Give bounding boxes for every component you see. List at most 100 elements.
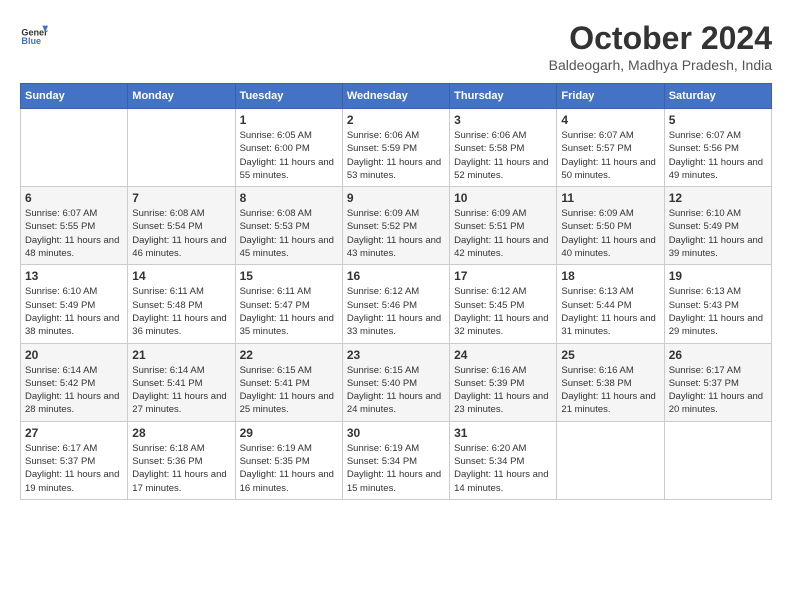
dow-header-monday: Monday (128, 84, 235, 109)
calendar-cell (128, 109, 235, 187)
dow-header-sunday: Sunday (21, 84, 128, 109)
day-number: 26 (669, 348, 767, 362)
day-number: 19 (669, 269, 767, 283)
day-number: 17 (454, 269, 552, 283)
title-block: October 2024 Baldeogarh, Madhya Pradesh,… (549, 20, 772, 73)
day-number: 16 (347, 269, 445, 283)
day-info: Sunrise: 6:11 AM Sunset: 5:47 PM Dayligh… (240, 285, 338, 338)
main-title: October 2024 (549, 20, 772, 57)
day-number: 29 (240, 426, 338, 440)
day-info: Sunrise: 6:15 AM Sunset: 5:40 PM Dayligh… (347, 364, 445, 417)
calendar-cell: 4 Sunrise: 6:07 AM Sunset: 5:57 PM Daylig… (557, 109, 664, 187)
day-number: 25 (561, 348, 659, 362)
day-number: 8 (240, 191, 338, 205)
day-number: 24 (454, 348, 552, 362)
calendar-cell: 26 Sunrise: 6:17 AM Sunset: 5:37 PM Dayli… (664, 343, 771, 421)
logo: General Blue (20, 20, 48, 48)
calendar-cell: 2 Sunrise: 6:06 AM Sunset: 5:59 PM Daylig… (342, 109, 449, 187)
calendar-cell: 27 Sunrise: 6:17 AM Sunset: 5:37 PM Dayli… (21, 421, 128, 499)
day-number: 11 (561, 191, 659, 205)
day-number: 30 (347, 426, 445, 440)
day-number: 14 (132, 269, 230, 283)
day-number: 4 (561, 113, 659, 127)
calendar-cell: 19Sunrise: 6:13 AM Sunset: 5:43 PM Dayli… (664, 265, 771, 343)
calendar-cell: 31 Sunrise: 6:20 AM Sunset: 5:34 PM Dayli… (450, 421, 557, 499)
calendar-cell: 28 Sunrise: 6:18 AM Sunset: 5:36 PM Dayli… (128, 421, 235, 499)
day-info: Sunrise: 6:17 AM Sunset: 5:37 PM Dayligh… (669, 364, 767, 417)
day-number: 27 (25, 426, 123, 440)
day-number: 20 (25, 348, 123, 362)
calendar-cell (664, 421, 771, 499)
calendar-table: SundayMondayTuesdayWednesdayThursdayFrid… (20, 83, 772, 500)
calendar-cell: 21 Sunrise: 6:14 AM Sunset: 5:41 PM Dayli… (128, 343, 235, 421)
day-info: Sunrise: 6:05 AM Sunset: 6:00 PM Dayligh… (240, 129, 338, 182)
day-info: Sunrise: 6:06 AM Sunset: 5:58 PM Dayligh… (454, 129, 552, 182)
dow-header-friday: Friday (557, 84, 664, 109)
calendar-cell: 13Sunrise: 6:10 AM Sunset: 5:49 PM Dayli… (21, 265, 128, 343)
calendar-cell: 1 Sunrise: 6:05 AM Sunset: 6:00 PM Daylig… (235, 109, 342, 187)
day-number: 7 (132, 191, 230, 205)
dow-header-tuesday: Tuesday (235, 84, 342, 109)
day-info: Sunrise: 6:06 AM Sunset: 5:59 PM Dayligh… (347, 129, 445, 182)
day-info: Sunrise: 6:15 AM Sunset: 5:41 PM Dayligh… (240, 364, 338, 417)
day-info: Sunrise: 6:08 AM Sunset: 5:53 PM Dayligh… (240, 207, 338, 260)
subtitle: Baldeogarh, Madhya Pradesh, India (549, 57, 772, 73)
day-number: 5 (669, 113, 767, 127)
calendar-cell: 23 Sunrise: 6:15 AM Sunset: 5:40 PM Dayli… (342, 343, 449, 421)
day-number: 12 (669, 191, 767, 205)
calendar-cell: 3 Sunrise: 6:06 AM Sunset: 5:58 PM Daylig… (450, 109, 557, 187)
day-number: 31 (454, 426, 552, 440)
day-number: 3 (454, 113, 552, 127)
calendar-cell: 9 Sunrise: 6:09 AM Sunset: 5:52 PM Daylig… (342, 187, 449, 265)
calendar-cell (557, 421, 664, 499)
day-info: Sunrise: 6:10 AM Sunset: 5:49 PM Dayligh… (669, 207, 767, 260)
calendar-cell: 8 Sunrise: 6:08 AM Sunset: 5:53 PM Daylig… (235, 187, 342, 265)
logo-icon: General Blue (20, 20, 48, 48)
day-info: Sunrise: 6:16 AM Sunset: 5:38 PM Dayligh… (561, 364, 659, 417)
calendar-cell: 5 Sunrise: 6:07 AM Sunset: 5:56 PM Daylig… (664, 109, 771, 187)
calendar-cell: 10 Sunrise: 6:09 AM Sunset: 5:51 PM Dayli… (450, 187, 557, 265)
calendar-cell: 6 Sunrise: 6:07 AM Sunset: 5:55 PM Daylig… (21, 187, 128, 265)
day-number: 21 (132, 348, 230, 362)
day-info: Sunrise: 6:14 AM Sunset: 5:41 PM Dayligh… (132, 364, 230, 417)
calendar-cell: 15 Sunrise: 6:11 AM Sunset: 5:47 PM Dayli… (235, 265, 342, 343)
calendar-cell: 12 Sunrise: 6:10 AM Sunset: 5:49 PM Dayli… (664, 187, 771, 265)
calendar-cell: 25 Sunrise: 6:16 AM Sunset: 5:38 PM Dayli… (557, 343, 664, 421)
dow-header-saturday: Saturday (664, 84, 771, 109)
calendar-cell (21, 109, 128, 187)
day-info: Sunrise: 6:16 AM Sunset: 5:39 PM Dayligh… (454, 364, 552, 417)
calendar-cell: 24 Sunrise: 6:16 AM Sunset: 5:39 PM Dayli… (450, 343, 557, 421)
day-info: Sunrise: 6:09 AM Sunset: 5:52 PM Dayligh… (347, 207, 445, 260)
dow-header-thursday: Thursday (450, 84, 557, 109)
day-number: 13 (25, 269, 123, 283)
calendar-cell: 7 Sunrise: 6:08 AM Sunset: 5:54 PM Daylig… (128, 187, 235, 265)
day-number: 10 (454, 191, 552, 205)
day-number: 15 (240, 269, 338, 283)
calendar-cell: 14Sunrise: 6:11 AM Sunset: 5:48 PM Dayli… (128, 265, 235, 343)
day-number: 28 (132, 426, 230, 440)
day-info: Sunrise: 6:17 AM Sunset: 5:37 PM Dayligh… (25, 442, 123, 495)
calendar-cell: 16 Sunrise: 6:12 AM Sunset: 5:46 PM Dayli… (342, 265, 449, 343)
day-info: Sunrise: 6:19 AM Sunset: 5:35 PM Dayligh… (240, 442, 338, 495)
calendar-cell: 20Sunrise: 6:14 AM Sunset: 5:42 PM Dayli… (21, 343, 128, 421)
calendar-cell: 11 Sunrise: 6:09 AM Sunset: 5:50 PM Dayli… (557, 187, 664, 265)
day-info: Sunrise: 6:12 AM Sunset: 5:45 PM Dayligh… (454, 285, 552, 338)
day-number: 23 (347, 348, 445, 362)
dow-header-wednesday: Wednesday (342, 84, 449, 109)
day-number: 1 (240, 113, 338, 127)
day-number: 9 (347, 191, 445, 205)
day-info: Sunrise: 6:07 AM Sunset: 5:57 PM Dayligh… (561, 129, 659, 182)
day-info: Sunrise: 6:09 AM Sunset: 5:51 PM Dayligh… (454, 207, 552, 260)
day-info: Sunrise: 6:08 AM Sunset: 5:54 PM Dayligh… (132, 207, 230, 260)
day-info: Sunrise: 6:19 AM Sunset: 5:34 PM Dayligh… (347, 442, 445, 495)
day-number: 2 (347, 113, 445, 127)
day-info: Sunrise: 6:20 AM Sunset: 5:34 PM Dayligh… (454, 442, 552, 495)
day-number: 6 (25, 191, 123, 205)
day-info: Sunrise: 6:12 AM Sunset: 5:46 PM Dayligh… (347, 285, 445, 338)
day-number: 18 (561, 269, 659, 283)
day-number: 22 (240, 348, 338, 362)
day-info: Sunrise: 6:09 AM Sunset: 5:50 PM Dayligh… (561, 207, 659, 260)
day-info: Sunrise: 6:07 AM Sunset: 5:56 PM Dayligh… (669, 129, 767, 182)
day-info: Sunrise: 6:18 AM Sunset: 5:36 PM Dayligh… (132, 442, 230, 495)
day-info: Sunrise: 6:07 AM Sunset: 5:55 PM Dayligh… (25, 207, 123, 260)
